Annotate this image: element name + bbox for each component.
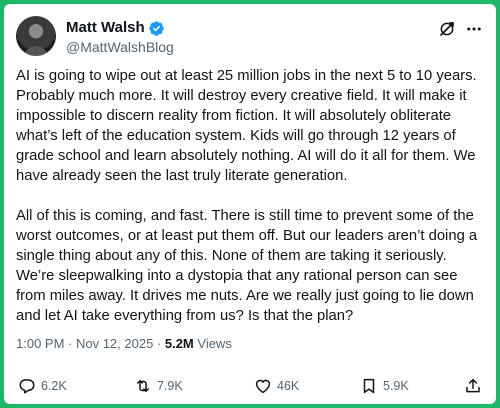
repost-icon xyxy=(137,380,149,392)
display-name[interactable]: Matt Walsh xyxy=(66,19,145,37)
like-icon xyxy=(255,379,271,394)
timestamp[interactable]: 1:00 PM · Nov 12, 2025 · xyxy=(16,336,165,351)
bookmark-count: 5.9K xyxy=(383,379,409,393)
reply-button[interactable]: 6.2K xyxy=(18,374,67,398)
tweet-paragraph-2: All of this is coming, and fast. There i… xyxy=(16,208,478,324)
tweet-header: Matt Walsh @MattWalshBlog xyxy=(16,14,486,60)
verified-badge-icon xyxy=(148,20,164,36)
like-count: 46K xyxy=(277,379,300,393)
share-icon xyxy=(466,378,480,393)
handle[interactable]: @MattWalshBlog xyxy=(66,39,174,56)
repost-count: 7.9K xyxy=(157,379,183,393)
action-bar: 6.2K 7.9K 46K 5.9K xyxy=(16,374,486,398)
more-icon[interactable] xyxy=(464,20,484,38)
reply-count: 6.2K xyxy=(41,379,67,393)
views-label: Views xyxy=(193,336,232,351)
views-count: 5.2M xyxy=(164,336,194,351)
name-row: Matt Walsh xyxy=(66,19,165,37)
bookmark-button[interactable]: 5.9K xyxy=(360,374,409,398)
reply-icon xyxy=(19,379,35,394)
tweet-text: AI is going to wipe out at least 25 mill… xyxy=(16,66,486,346)
repost-button[interactable]: 7.9K xyxy=(134,374,183,398)
avatar[interactable] xyxy=(16,16,56,56)
tweet-card: Matt Walsh @MattWalshBlog AI is going to… xyxy=(4,4,496,404)
like-button[interactable]: 46K xyxy=(254,374,299,398)
bookmark-icon xyxy=(363,378,375,394)
share-button[interactable] xyxy=(464,374,482,398)
grok-icon[interactable] xyxy=(438,20,456,38)
tweet-meta: 1:00 PM · Nov 12, 2025 · 5.2M Views xyxy=(16,336,232,352)
tweet-paragraph-1: AI is going to wipe out at least 25 mill… xyxy=(16,68,477,184)
